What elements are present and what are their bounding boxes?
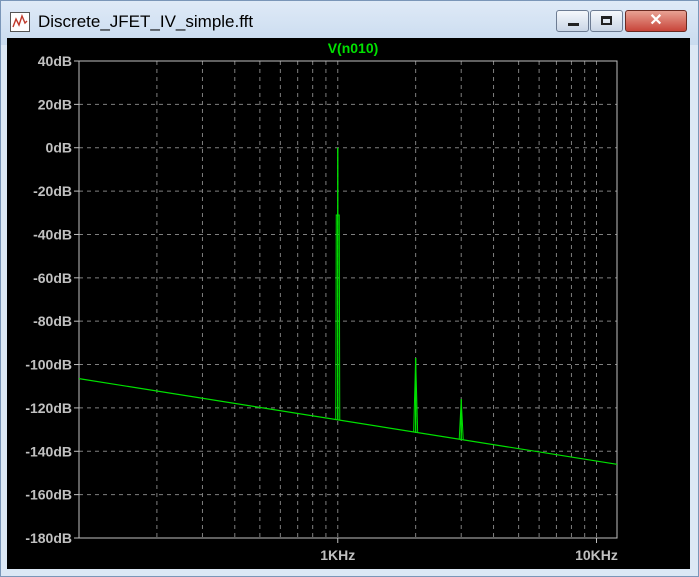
y-tick-label: -40dB <box>33 226 72 242</box>
fft-chart[interactable]: 40dB 20dB 0dB -20dB -40dB -60dB -80dB -100dB -12… <box>7 38 690 569</box>
y-tick-label: -100dB <box>25 357 72 373</box>
y-tick-label: -20dB <box>33 183 72 199</box>
y-tick-label: -140dB <box>25 443 72 459</box>
close-button[interactable]: ✕ <box>625 10 687 32</box>
trace-group <box>78 147 618 465</box>
plot-frame <box>78 60 618 539</box>
y-tick-label: 0dB <box>46 140 72 156</box>
y-tick-label: 20dB <box>38 96 72 112</box>
plot-border <box>78 60 618 539</box>
y-tick-label: -120dB <box>25 400 72 416</box>
y-tick-label: -60dB <box>33 270 72 286</box>
grid-lines <box>78 60 617 539</box>
close-icon: ✕ <box>649 12 663 29</box>
x-tick-label: 1KHz <box>320 547 355 563</box>
y-tick-label: -80dB <box>33 313 72 329</box>
x-tick-label: 10KHz <box>575 547 618 563</box>
y-tick-label: 40dB <box>38 53 72 69</box>
y-tick-label: -180dB <box>25 530 72 546</box>
minimize-button[interactable] <box>556 10 589 32</box>
plot-pane[interactable]: 40dB 20dB 0dB -20dB -40dB -60dB -80dB -100dB -12… <box>7 38 690 569</box>
y-tick-label: -160dB <box>25 487 72 503</box>
waveform-file-icon <box>10 12 30 32</box>
window-title: Discrete_JFET_IV_simple.fft <box>38 12 254 31</box>
plot-window: Discrete_JFET_IV_simple.fft ✕ 40dB 20dB 0d… <box>0 0 699 577</box>
y-axis-ticks: 40dB 20dB 0dB -20dB -40dB -60dB -80dB -100dB -12… <box>25 53 79 546</box>
minimize-icon <box>568 23 579 26</box>
trace-label[interactable]: V(n010) <box>328 40 379 56</box>
maximize-button[interactable] <box>590 10 623 32</box>
maximize-icon <box>601 16 612 25</box>
x-axis-ticks: 1KHz 10KHz <box>320 538 618 563</box>
